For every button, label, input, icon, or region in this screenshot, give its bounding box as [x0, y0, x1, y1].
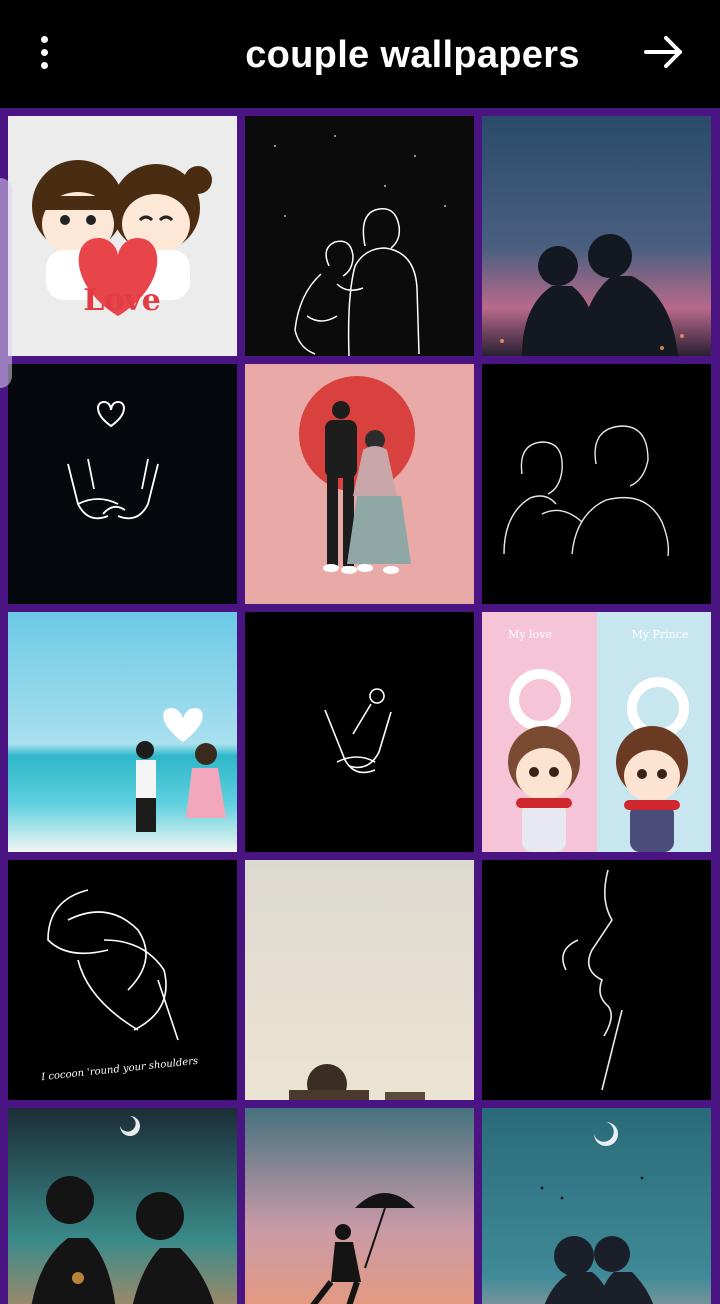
wallpaper-tile-3[interactable]	[482, 116, 711, 356]
wallpaper-tile-1[interactable]: Love	[8, 116, 237, 356]
wallpaper-tile-2[interactable]	[245, 116, 474, 356]
arrow-right-icon[interactable]	[640, 28, 688, 76]
wallpaper-tile-6[interactable]	[482, 364, 711, 604]
my-prince-caption: My Prince	[632, 628, 689, 641]
wallpaper-tile-12[interactable]	[482, 860, 711, 1100]
wallpaper-tile-4[interactable]	[8, 364, 237, 604]
more-vert-icon[interactable]	[20, 28, 68, 76]
wallpaper-grid: Love My love My Prince I cocoon 'round y…	[0, 108, 720, 1304]
my-love-caption: My love	[508, 628, 552, 641]
wallpaper-tile-14[interactable]	[245, 1108, 474, 1304]
side-panel-handle[interactable]	[0, 178, 12, 388]
wallpaper-tile-10[interactable]: I cocoon 'round your shoulders	[8, 860, 237, 1100]
wallpaper-tile-13[interactable]	[8, 1108, 237, 1304]
wallpaper-tile-11[interactable]	[245, 860, 474, 1100]
wallpaper-tile-7[interactable]	[8, 612, 237, 852]
wallpaper-tile-8[interactable]	[245, 612, 474, 852]
wallpaper-tile-15[interactable]	[482, 1108, 711, 1304]
app-bar: couple wallpapers	[0, 0, 720, 108]
wallpaper-tile-5[interactable]	[245, 364, 474, 604]
love-caption: Love	[83, 283, 161, 318]
wallpaper-tile-9[interactable]: My love My Prince	[482, 612, 711, 852]
page-title: couple wallpapers	[245, 34, 580, 76]
